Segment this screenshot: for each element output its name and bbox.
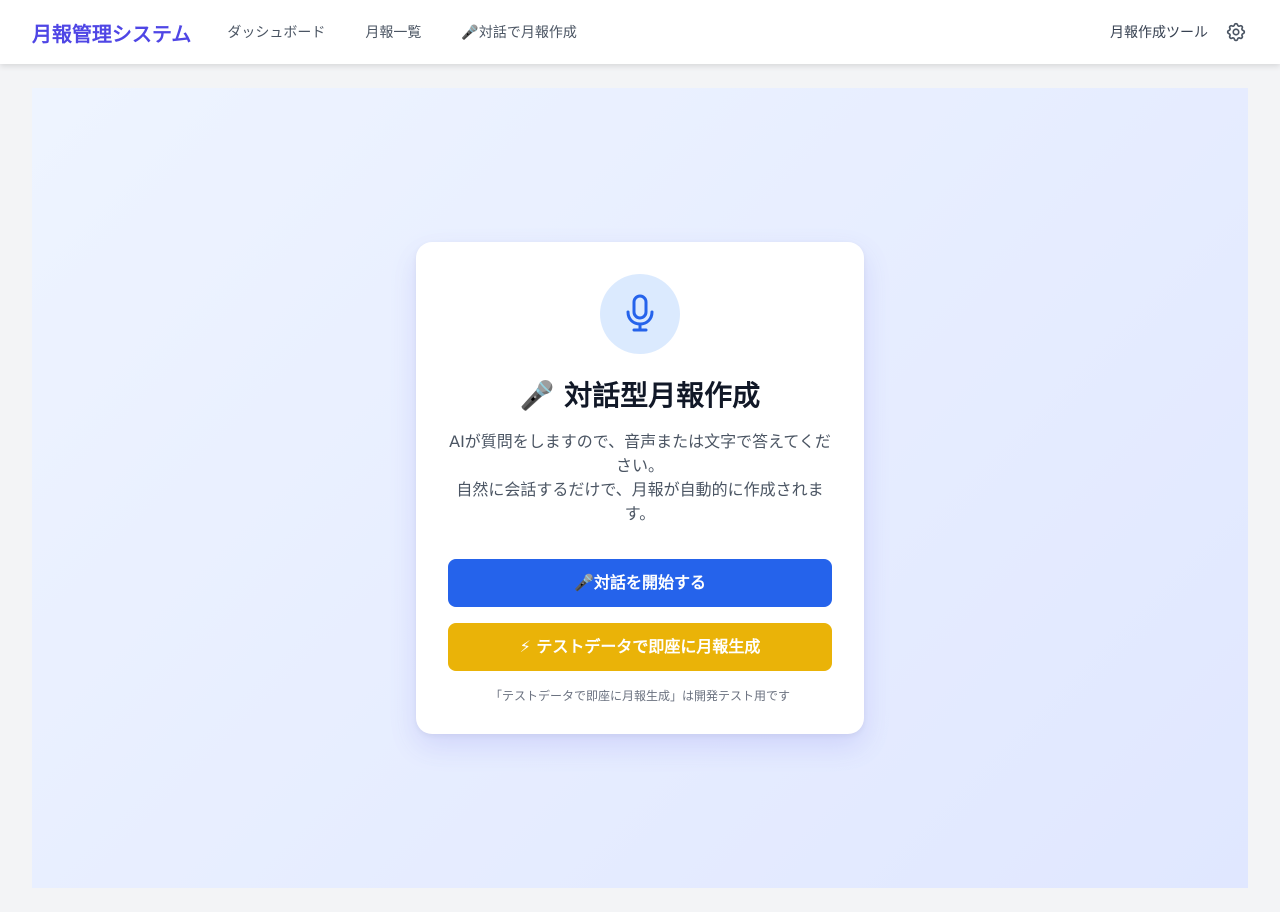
microphone-icon: [600, 274, 680, 354]
conversation-card: 🎤 対話型月報作成 AIが質問をしますので、音声または文字で答えてください。 自…: [416, 242, 864, 734]
nav-dashboard[interactable]: ダッシュボード: [227, 22, 325, 42]
start-conversation-button[interactable]: 🎤対話を開始する: [448, 559, 832, 607]
card-description: AIが質問をしますので、音声または文字で答えてください。 自然に会話するだけで、…: [448, 430, 832, 526]
nav-report-list[interactable]: 月報一覧: [365, 22, 421, 42]
test-data-generate-button[interactable]: ⚡ テストデータで即座に月報生成: [448, 623, 832, 671]
main-area: 🎤 対話型月報作成 AIが質問をしますので、音声または文字で答えてください。 自…: [32, 88, 1248, 888]
brand-logo[interactable]: 月報管理システム: [32, 18, 191, 47]
top-navbar: 月報管理システム ダッシュボード 月報一覧 🎤対話で月報作成 月報作成ツール: [0, 0, 1280, 64]
nav-conversation-report[interactable]: 🎤対話で月報作成: [461, 22, 576, 42]
description-line-1: AIが質問をしますので、音声または文字で答えてください。: [449, 432, 831, 475]
gear-icon[interactable]: [1224, 20, 1248, 44]
dev-test-note: 「テストデータで即座に月報生成」は開発テスト用です: [489, 689, 790, 703]
card-title: 🎤 対話型月報作成: [519, 379, 761, 412]
description-line-2: 自然に会話するだけで、月報が自動的に作成されます。: [456, 480, 824, 523]
report-tool-label: 月報作成ツール: [1110, 25, 1208, 41]
